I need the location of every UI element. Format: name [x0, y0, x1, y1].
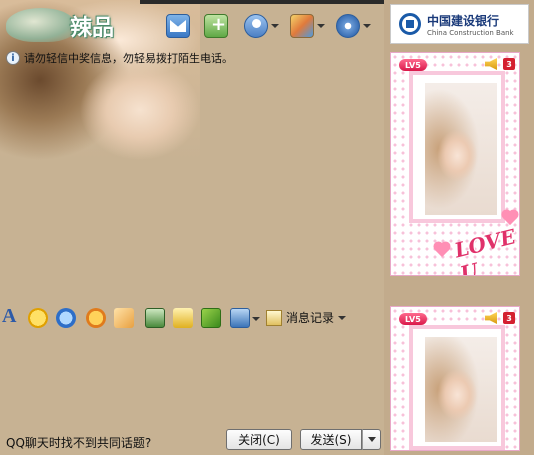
settings-button[interactable] — [336, 12, 371, 40]
magic-emoticon-icon[interactable] — [56, 308, 76, 328]
bank-text: 中国建设银行 China Construction Bank — [427, 12, 514, 37]
chevron-down-icon[interactable] — [317, 24, 325, 28]
bank-name: 中国建设银行 — [427, 13, 500, 28]
my-show-card[interactable]: LV5 3 — [390, 306, 520, 451]
chevron-down-icon[interactable] — [363, 24, 371, 28]
topic-tip-link[interactable]: QQ聊天时找不到共同话题? — [6, 434, 151, 451]
photo-frame — [409, 325, 505, 450]
notice-text: 请勿轻信中奖信息，勿轻易拨打陌生电话。 — [24, 52, 233, 65]
bank-logo-icon — [399, 13, 421, 35]
user-info-button[interactable] — [244, 12, 279, 40]
history-label: 消息记录 — [286, 311, 335, 325]
apps-icon — [290, 14, 314, 38]
add-friend-button[interactable] — [204, 12, 228, 40]
level-badge: LV5 — [399, 59, 427, 71]
game-icon[interactable] — [201, 308, 221, 328]
wing-logo-icon — [6, 8, 76, 42]
photo-frame — [409, 71, 505, 223]
logo-text: 辣品 — [70, 16, 115, 41]
count-badge: 3 — [503, 58, 515, 70]
chevron-down-icon — [367, 437, 376, 442]
send-button[interactable]: 发送(S) — [300, 429, 362, 450]
font-icon[interactable]: A — [2, 305, 20, 327]
message-history-button[interactable]: 消息记录 — [266, 309, 347, 326]
my-avatar-photo — [425, 337, 497, 442]
chat-main-panel: 辣品 i 请勿轻信中奖信息，勿轻易拨打陌生电话。 A — [0, 0, 384, 455]
bank-ad-banner[interactable]: 中国建设银行 China Construction Bank — [390, 4, 529, 44]
message-input[interactable] — [0, 332, 384, 422]
user-info-icon — [244, 14, 268, 38]
bottom-bar: QQ聊天时找不到共同话题? 关闭(C) 发送(S) — [0, 426, 384, 455]
friend-avatar-photo — [425, 83, 497, 215]
bank-en-name: China Construction Bank — [427, 28, 514, 37]
friend-show-card[interactable]: LV5 3 LOVE U — [390, 52, 520, 276]
title-strip — [140, 0, 384, 4]
mail-button[interactable] — [166, 12, 190, 40]
screenshot-icon[interactable] — [230, 308, 250, 328]
info-icon: i — [6, 51, 20, 65]
chevron-down-icon[interactable] — [252, 317, 260, 321]
send-options-button[interactable] — [362, 429, 381, 450]
apps-button[interactable] — [290, 12, 325, 40]
mail-icon — [166, 14, 190, 38]
format-toolbar: A 消息记录 — [0, 305, 384, 331]
chevron-down-icon — [338, 315, 347, 320]
settings-gear-icon — [336, 14, 360, 38]
chevron-down-icon[interactable] — [271, 24, 279, 28]
shake-icon[interactable] — [86, 308, 106, 328]
add-friend-icon — [204, 14, 228, 38]
send-image-icon[interactable] — [145, 308, 165, 328]
count-badge: 3 — [503, 312, 515, 324]
side-panel: 中国建设银行 China Construction Bank LV5 3 LOV… — [384, 0, 534, 455]
poke-icon[interactable] — [114, 308, 134, 328]
close-button[interactable]: 关闭(C) — [226, 429, 292, 450]
music-icon[interactable] — [173, 308, 193, 328]
security-notice: i 请勿轻信中奖信息，勿轻易拨打陌生电话。 — [6, 50, 233, 66]
emoticon-icon[interactable] — [28, 308, 48, 328]
history-icon — [266, 309, 282, 326]
level-badge: LV5 — [399, 313, 427, 325]
logo-watermark: 辣品 — [2, 4, 152, 44]
